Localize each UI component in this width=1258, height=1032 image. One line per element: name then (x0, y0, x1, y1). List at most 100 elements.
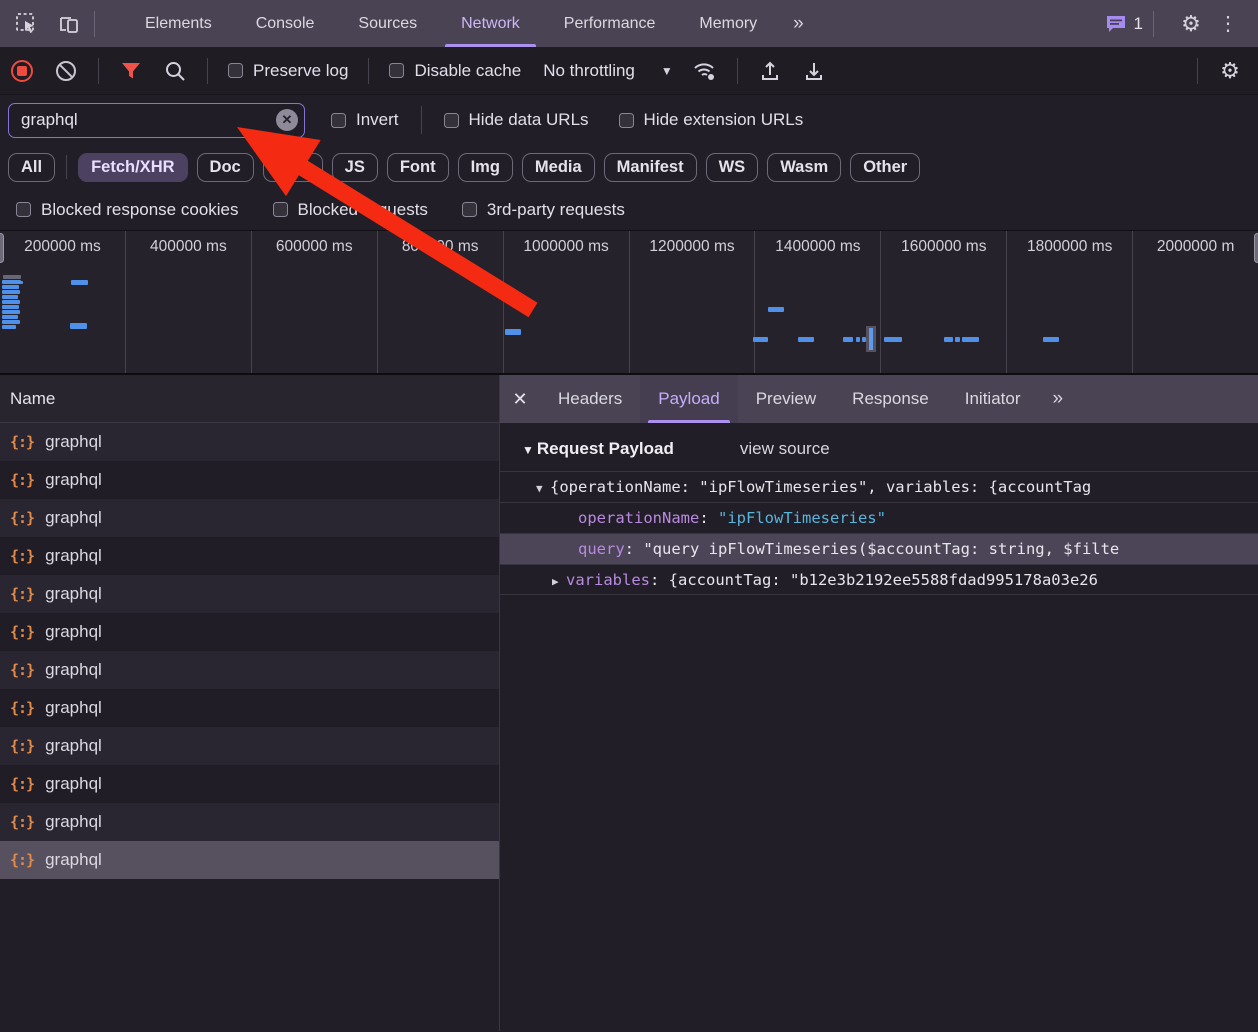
chip-doc[interactable]: Doc (197, 153, 254, 182)
checkbox-icon[interactable] (462, 202, 477, 217)
device-toolbar-icon[interactable] (54, 9, 84, 39)
timeline-tick-label: 1200000 ms (649, 238, 734, 373)
checkbox-icon[interactable] (444, 113, 459, 128)
network-overview-timeline[interactable]: 200000 ms400000 ms600000 ms800000 ms1000… (0, 231, 1258, 375)
checkbox-icon[interactable] (389, 63, 404, 78)
checkbox-icon[interactable] (273, 202, 288, 217)
request-payload-title[interactable]: ▼Request Payload (522, 439, 674, 459)
network-settings-gear-icon[interactable]: ⚙ (1216, 57, 1244, 85)
chip-img[interactable]: Img (458, 153, 513, 182)
preserve-log-checkbox[interactable]: Preserve log (228, 61, 348, 81)
chip-other[interactable]: Other (850, 153, 920, 182)
clear-filter-icon[interactable]: ✕ (276, 109, 298, 131)
chip-ws[interactable]: WS (706, 153, 759, 182)
filter-input[interactable] (8, 103, 305, 138)
hide-data-urls-checkbox[interactable]: Hide data URLs (444, 110, 589, 130)
chip-font[interactable]: Font (387, 153, 449, 182)
waterfall-bar (3, 275, 21, 279)
tab-sources[interactable]: Sources (336, 0, 439, 47)
chip-manifest[interactable]: Manifest (604, 153, 697, 182)
clear-network-log-button[interactable] (52, 57, 80, 85)
tabbar-right: 1 ⚙ ⋮ (1105, 0, 1258, 47)
checkbox-icon[interactable] (331, 113, 346, 128)
invert-checkbox[interactable]: Invert (331, 110, 399, 130)
request-row[interactable]: {:}graphql (0, 499, 499, 537)
divider (66, 155, 67, 179)
request-row[interactable]: {:}graphql (0, 765, 499, 803)
detail-tab-response[interactable]: Response (834, 375, 947, 423)
inspect-element-icon[interactable] (12, 9, 42, 39)
payload-tree-row[interactable]: ▶variables: {accountTag: "b12e3b2192ee55… (500, 564, 1258, 595)
blocked-requests-checkbox[interactable]: Blocked requests (273, 200, 428, 220)
more-detail-tabs-icon[interactable]: » (1038, 388, 1075, 410)
request-row[interactable]: {:}graphql (0, 461, 499, 499)
overview-left-handle[interactable] (0, 233, 4, 263)
tab-performance[interactable]: Performance (542, 0, 678, 47)
request-row[interactable]: {:}graphql (0, 575, 499, 613)
request-row[interactable]: {:}graphql (0, 803, 499, 841)
tab-elements[interactable]: Elements (123, 0, 234, 47)
request-row[interactable]: {:}graphql (0, 613, 499, 651)
kebab-menu-icon[interactable]: ⋮ (1206, 11, 1250, 36)
payload-string-value: "ipFlowTimeseries" (718, 509, 886, 527)
tab-network[interactable]: Network (439, 0, 542, 47)
request-row[interactable]: {:}graphql (0, 423, 499, 461)
3rd-party-requests-checkbox[interactable]: 3rd-party requests (462, 200, 625, 220)
issues-count: 1 (1134, 14, 1143, 34)
waterfall-bar (70, 323, 87, 329)
checkbox-icon[interactable] (619, 113, 634, 128)
disable-cache-checkbox[interactable]: Disable cache (389, 61, 521, 81)
checkbox-icon[interactable] (228, 63, 243, 78)
checkbox-icon[interactable] (16, 202, 31, 217)
detail-tab-payload[interactable]: Payload (640, 375, 737, 423)
checkbox-label: 3rd-party requests (487, 200, 625, 220)
record-network-log-button[interactable] (8, 57, 36, 85)
export-har-icon[interactable] (800, 57, 828, 85)
timeline-tick-label: 1400000 ms (775, 238, 860, 373)
tree-toggle-icon[interactable]: ▼ (536, 473, 550, 502)
blocked-response-cookies-checkbox[interactable]: Blocked response cookies (16, 200, 239, 220)
chip-wasm[interactable]: Wasm (767, 153, 841, 182)
request-row[interactable]: {:}graphql (0, 651, 499, 689)
settings-gear-icon[interactable]: ⚙ (1176, 9, 1206, 39)
waterfall-bar (2, 300, 20, 304)
request-row[interactable]: {:}graphql (0, 689, 499, 727)
detail-tab-initiator[interactable]: Initiator (947, 375, 1039, 423)
name-column-header[interactable]: Name (0, 375, 499, 423)
payload-tree-row[interactable]: ▼{operationName: "ipFlowTimeseries", var… (500, 471, 1258, 502)
view-source-link[interactable]: view source (740, 439, 830, 459)
payload-text: : (699, 509, 718, 527)
close-icon[interactable]: ✕ (500, 389, 540, 410)
chip-all[interactable]: All (8, 153, 55, 182)
import-har-icon[interactable] (756, 57, 784, 85)
filter-funnel-icon[interactable] (117, 57, 145, 85)
fetch-xhr-icon: {:} (10, 775, 34, 793)
issues-counter[interactable]: 1 (1105, 14, 1143, 34)
overview-right-handle[interactable] (1254, 233, 1258, 263)
payload-tree-row[interactable]: query: "query ipFlowTimeseries($accountT… (500, 533, 1258, 564)
hide-extension-urls-checkbox[interactable]: Hide extension URLs (619, 110, 804, 130)
chip-fetch-xhr[interactable]: Fetch/XHR (78, 153, 187, 182)
detail-tab-preview[interactable]: Preview (738, 375, 834, 423)
tree-toggle-icon[interactable]: ▶ (552, 566, 566, 595)
collapse-triangle-icon[interactable]: ▼ (522, 443, 534, 457)
divider (368, 58, 369, 84)
overview-selected-request-bar (869, 328, 873, 350)
request-row[interactable]: {:}graphql (0, 841, 499, 879)
request-name: graphql (45, 432, 102, 452)
payload-tree-row[interactable]: operationName: "ipFlowTimeseries" (500, 502, 1258, 533)
throttling-value: No throttling (543, 61, 635, 81)
network-conditions-icon[interactable] (691, 57, 719, 85)
chip-media[interactable]: Media (522, 153, 595, 182)
throttling-dropdown[interactable]: No throttling ▼ (543, 61, 673, 81)
fetch-xhr-icon: {:} (10, 699, 34, 717)
search-icon[interactable] (161, 57, 189, 85)
chip-css[interactable]: CSS (263, 153, 323, 182)
tab-console[interactable]: Console (234, 0, 337, 47)
request-row[interactable]: {:}graphql (0, 727, 499, 765)
detail-tab-headers[interactable]: Headers (540, 375, 640, 423)
more-tabs-icon[interactable]: » (779, 13, 816, 35)
chip-js[interactable]: JS (332, 153, 378, 182)
request-row[interactable]: {:}graphql (0, 537, 499, 575)
tab-memory[interactable]: Memory (677, 0, 779, 47)
